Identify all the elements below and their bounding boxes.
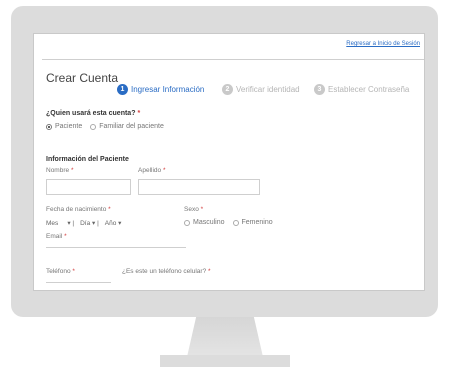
radio-checked-icon[interactable] <box>46 123 52 130</box>
birth-month-select[interactable]: Mes ▾ | <box>46 219 74 227</box>
monitor-stand-base <box>160 355 290 367</box>
account-user-question-text: ¿Quien usará esta cuenta? <box>46 110 136 117</box>
first-name-input[interactable] <box>46 179 131 195</box>
phone-label-text: Teléfono <box>46 268 71 275</box>
chevron-down-icon: ▾ | <box>60 220 75 227</box>
back-to-login-link[interactable]: Regresar a Inicio de Sesión <box>346 41 420 47</box>
radio-paciente[interactable]: Paciente <box>46 123 82 130</box>
required-mark: * <box>108 206 111 213</box>
birthdate-label: Fecha de nacimiento * <box>46 206 111 213</box>
account-user-question: ¿Quien usará esta cuenta? * <box>46 110 140 117</box>
chevron-down-icon: ▾ | <box>92 220 99 227</box>
sex-options: Masculino Femenino <box>184 219 281 226</box>
account-user-options: Paciente Familiar del paciente <box>46 123 172 130</box>
last-name-label: Apellido * <box>138 167 165 174</box>
step-2-label: Verificar identidad <box>236 85 300 94</box>
radio-familiar-label: Familiar del paciente <box>99 123 164 130</box>
step-1-number-icon: 1 <box>117 84 128 95</box>
required-mark: * <box>64 233 67 240</box>
sex-label-text: Sexo <box>184 206 199 213</box>
step-3-label: Establecer Contraseña <box>328 85 410 94</box>
radio-masculino-label: Masculino <box>193 219 225 226</box>
header-divider <box>42 59 424 60</box>
sex-label: Sexo * <box>184 206 203 213</box>
step-3-number-icon: 3 <box>314 84 325 95</box>
radio-unchecked-icon[interactable] <box>184 219 190 226</box>
radio-unchecked-icon[interactable] <box>90 123 97 130</box>
birth-year-value: Año <box>104 220 117 227</box>
last-name-input[interactable] <box>138 179 260 195</box>
birth-month-value: Mes <box>46 220 59 227</box>
first-name-label-text: Nombre <box>46 167 70 174</box>
radio-familiar[interactable]: Familiar del paciente <box>90 123 164 130</box>
patient-info-title: Información del Paciente <box>46 156 129 163</box>
radio-femenino-label: Femenino <box>241 219 273 226</box>
step-1-label: Ingresar Información <box>131 85 205 94</box>
first-name-label: Nombre * <box>46 167 73 174</box>
phone-label: Teléfono * <box>46 268 75 275</box>
email-label-text: Email <box>46 233 63 240</box>
monitor-stand-neck <box>187 317 263 357</box>
birth-year-select[interactable]: Año ▾ <box>105 219 122 227</box>
required-mark: * <box>137 110 141 117</box>
phone-input[interactable] <box>46 282 111 283</box>
radio-unchecked-icon[interactable] <box>232 219 239 226</box>
step-1: 1 Ingresar Información <box>117 84 204 95</box>
required-mark: * <box>200 206 204 213</box>
radio-masculino[interactable]: Masculino <box>184 219 225 226</box>
required-mark: * <box>70 167 74 174</box>
required-mark: * <box>72 268 75 275</box>
screen: Regresar a Inicio de Sesión Crear Cuenta… <box>33 33 425 291</box>
radio-femenino[interactable]: Femenino <box>232 219 273 226</box>
chevron-down-icon: ▾ <box>118 220 122 227</box>
radio-paciente-label: Paciente <box>55 123 83 130</box>
birth-day-select[interactable]: Día ▾ | <box>80 219 99 227</box>
birthdate-selects: Mes ▾ | Día ▾ | Año ▾ <box>46 219 127 227</box>
step-2: 2 Verificar identidad <box>222 84 300 95</box>
required-mark: * <box>162 167 166 174</box>
cell-question-text: ¿Es este un teléfono celular? <box>122 268 207 275</box>
email-label: Email * <box>46 233 67 240</box>
email-input[interactable] <box>46 247 186 248</box>
required-mark: * <box>208 268 211 275</box>
birth-day-value: Día <box>80 220 91 227</box>
last-name-label-text: Apellido <box>138 167 162 174</box>
cell-question: ¿Es este un teléfono celular? * <box>122 268 211 275</box>
birthdate-label-text: Fecha de nacimiento <box>46 206 107 213</box>
page-title: Crear Cuenta <box>46 71 119 85</box>
step-3: 3 Establecer Contraseña <box>314 84 409 95</box>
step-2-number-icon: 2 <box>222 84 233 95</box>
